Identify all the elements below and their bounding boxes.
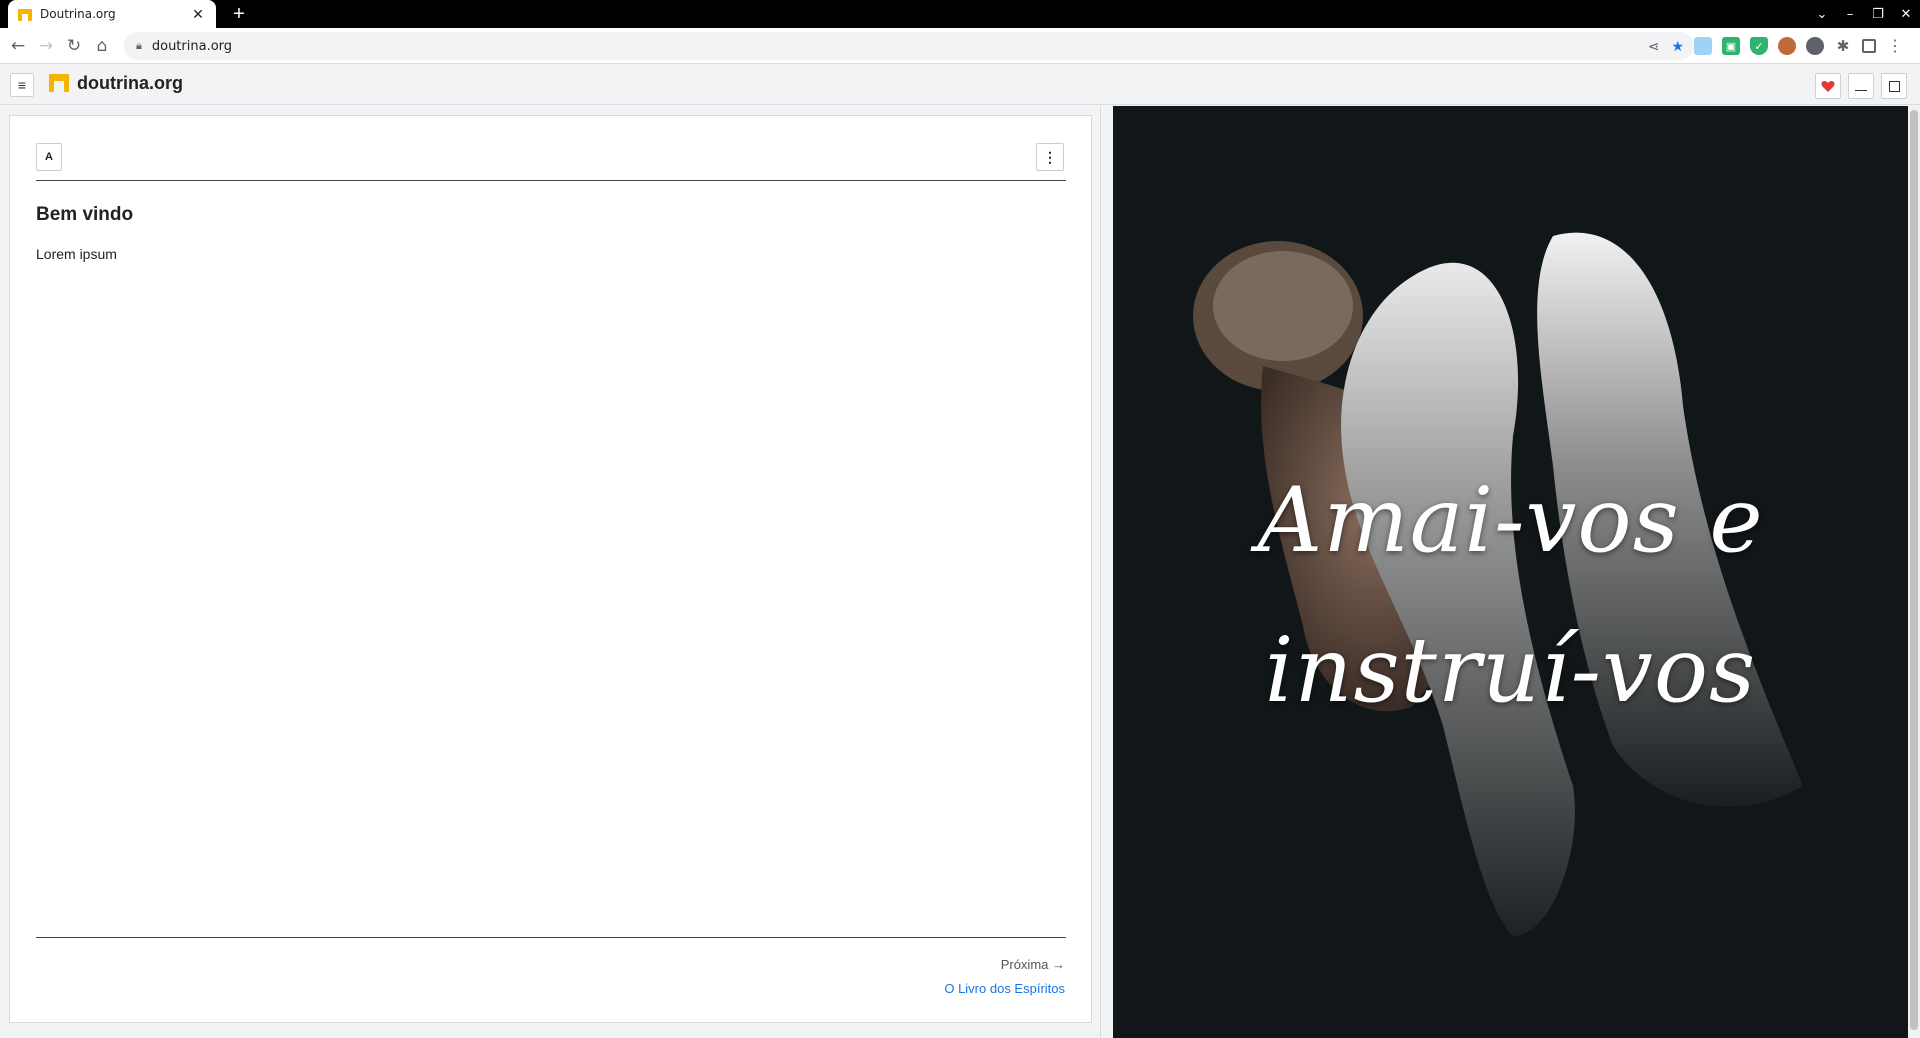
browser-menu-icon[interactable]: ⋮ <box>1886 37 1904 55</box>
address-bar[interactable]: 🔒︎ doutrina.org ⋖ ★ <box>124 32 1694 60</box>
url-text: doutrina.org <box>151 38 233 54</box>
hero-quote-line-1: Amai-vos e <box>1257 468 1764 573</box>
app-header: ≡ doutrina.org <box>0 65 1920 105</box>
tab-search-icon[interactable]: ⌄ <box>1808 7 1836 22</box>
brand-name[interactable]: doutrina.org <box>77 73 183 94</box>
hero-quote: Amai-vos e instruí-vos <box>1113 446 1908 746</box>
bookmark-star-icon[interactable]: ★ <box>1671 38 1684 55</box>
bottom-divider <box>36 937 1066 938</box>
site-favicon-icon <box>18 8 32 21</box>
side-panel-icon[interactable] <box>1862 39 1876 53</box>
brand-logo-icon[interactable] <box>49 74 69 92</box>
back-icon[interactable]: ← <box>4 32 32 60</box>
home-icon[interactable]: ⌂ <box>88 32 116 60</box>
page-scrollbar[interactable] <box>1908 106 1920 1038</box>
restore-button[interactable]: ❐ <box>1864 7 1892 22</box>
hero-quote-line-2: instruí-vos <box>1264 618 1757 723</box>
close-window-button[interactable]: ✕ <box>1892 7 1920 22</box>
extension-circle-icon[interactable] <box>1806 37 1824 55</box>
lock-icon[interactable]: 🔒︎ <box>136 40 142 53</box>
panel-divider[interactable] <box>1100 106 1101 1038</box>
body-text: Lorem ipsum <box>36 246 117 262</box>
tab-title: Doutrina.org <box>40 7 116 21</box>
extension-avatar-icon[interactable] <box>1778 37 1796 55</box>
extensions-area: ▣ ✓ ✱ ⋮ <box>1694 32 1904 60</box>
forward-icon[interactable]: → <box>32 32 60 60</box>
next-label[interactable]: Próxima → <box>1001 957 1065 972</box>
top-divider <box>36 180 1066 181</box>
tab-close-icon[interactable]: ✕ <box>190 6 206 23</box>
heart-icon <box>1821 80 1835 92</box>
hero-image: Amai-vos e instruí-vos <box>1113 106 1908 1038</box>
extensions-puzzle-icon[interactable]: ✱ <box>1834 37 1852 55</box>
page-title: Bem vindo <box>36 204 134 225</box>
minimize-panel-button[interactable] <box>1848 73 1874 99</box>
next-chapter-link[interactable]: O Livro dos Espíritos <box>944 981 1065 996</box>
extension-image-icon[interactable] <box>1694 37 1712 55</box>
font-size-button[interactable]: A <box>36 143 62 171</box>
extension-shield-icon[interactable]: ✓ <box>1750 37 1768 55</box>
new-tab-button[interactable]: + <box>228 3 250 25</box>
window-controls: ⌄ – ❐ ✕ <box>1808 0 1920 28</box>
content-card: A ⋮ Bem vindo Lorem ipsum Próxima → O Li… <box>9 115 1092 1023</box>
browser-tabstrip: Doutrina.org ✕ + ⌄ – ❐ ✕ <box>0 0 1920 28</box>
favorite-button[interactable] <box>1815 73 1841 99</box>
reload-icon[interactable]: ↻ <box>60 32 88 60</box>
scrollbar-thumb[interactable] <box>1910 110 1918 1030</box>
share-icon[interactable]: ⋖ <box>1648 38 1660 55</box>
more-options-button[interactable]: ⋮ <box>1036 143 1064 171</box>
minimize-icon <box>1855 89 1867 91</box>
extension-grammar-icon[interactable]: ▣ <box>1722 37 1740 55</box>
browser-tab[interactable]: Doutrina.org ✕ <box>8 0 216 28</box>
browser-toolbar: ← → ↻ ⌂ 🔒︎ doutrina.org ⋖ ★ ▣ ✓ ✱ ⋮ <box>0 28 1920 64</box>
maximize-panel-button[interactable] <box>1881 73 1907 99</box>
maximize-icon <box>1888 80 1900 92</box>
hamburger-menu-button[interactable]: ≡ <box>10 73 34 97</box>
minimize-button[interactable]: – <box>1836 7 1864 22</box>
